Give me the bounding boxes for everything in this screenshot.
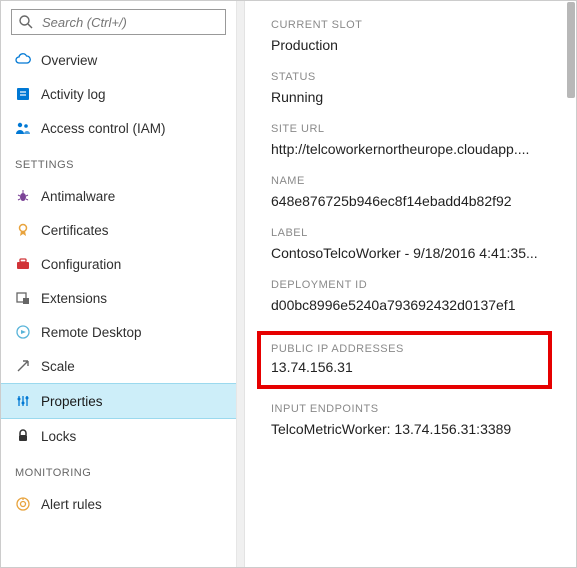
people-icon <box>15 120 31 136</box>
sidebar-item-label: Overview <box>41 53 97 68</box>
sidebar: Overview Activity log Access control (IA… <box>1 1 237 567</box>
sidebar-item-label: Scale <box>41 359 75 374</box>
field-value: 648e876725b946ec8f14ebadd4b82f92 <box>271 193 551 209</box>
detail-pane: Current slot Production Status Running S… <box>245 1 576 567</box>
field-label: Deployment ID <box>271 279 558 291</box>
sidebar-item-configuration[interactable]: Configuration <box>1 247 236 281</box>
lock-icon <box>15 428 31 444</box>
alert-icon <box>15 496 31 512</box>
field-value: ContosoTelcoWorker - 9/18/2016 4:41:35..… <box>271 245 551 261</box>
sidebar-item-label: Properties <box>41 394 103 409</box>
sidebar-item-remote-desktop[interactable]: Remote Desktop <box>1 315 236 349</box>
scale-icon <box>15 358 31 374</box>
sidebar-section-monitoring: Monitoring <box>1 453 236 487</box>
field-value: http://telcoworkernortheurope.cloudapp..… <box>271 141 551 157</box>
search-box[interactable] <box>11 9 226 35</box>
field-deployment-id: Deployment ID d00bc8996e5240a793692432d0… <box>271 279 558 313</box>
field-value: Production <box>271 37 551 53</box>
sidebar-item-extensions[interactable]: Extensions <box>1 281 236 315</box>
field-input-endpoints: Input endpoints TelcoMetricWorker: 13.74… <box>271 403 558 437</box>
cloud-icon <box>15 52 31 68</box>
sidebar-item-label: Alert rules <box>41 497 102 512</box>
field-name: Name 648e876725b946ec8f14ebadd4b82f92 <box>271 175 558 209</box>
certificate-icon <box>15 222 31 238</box>
toolbox-icon <box>15 256 31 272</box>
scrollbar-thumb[interactable] <box>567 2 575 98</box>
field-value: 13.74.156.31 <box>271 359 538 375</box>
field-label: Site URL <box>271 123 558 135</box>
sidebar-item-antimalware[interactable]: Antimalware <box>1 179 236 213</box>
sidebar-item-locks[interactable]: Locks <box>1 419 236 453</box>
field-label: Input endpoints <box>271 403 558 415</box>
field-label: Name <box>271 175 558 187</box>
sidebar-item-overview[interactable]: Overview <box>1 43 236 77</box>
field-status: Status Running <box>271 71 558 105</box>
field-label: Public IP addresses <box>271 343 538 355</box>
sidebar-item-certificates[interactable]: Certificates <box>1 213 236 247</box>
properties-icon <box>15 393 31 409</box>
field-label: Status <box>271 71 558 83</box>
sidebar-item-label: Extensions <box>41 291 107 306</box>
sidebar-item-label: Configuration <box>41 257 121 272</box>
field-label: Current slot <box>271 19 558 31</box>
sidebar-item-label: Locks <box>41 429 76 444</box>
sidebar-item-label: Access control (IAM) <box>41 121 166 136</box>
field-value: TelcoMetricWorker: 13.74.156.31:3389 <box>271 421 551 437</box>
field-site-url: Site URL http://telcoworkernortheurope.c… <box>271 123 558 157</box>
field-label: Label <box>271 227 558 239</box>
field-current-slot: Current slot Production <box>271 19 558 53</box>
sidebar-item-label: Antimalware <box>41 189 115 204</box>
sidebar-item-properties[interactable]: Properties <box>1 383 236 419</box>
field-value: Running <box>271 89 551 105</box>
sidebar-item-access-control[interactable]: Access control (IAM) <box>1 111 236 145</box>
extensions-icon <box>15 290 31 306</box>
field-value: d00bc8996e5240a793692432d0137ef1 <box>271 297 551 313</box>
sidebar-item-label: Activity log <box>41 87 106 102</box>
bug-icon <box>15 188 31 204</box>
sidebar-item-alert-rules[interactable]: Alert rules <box>1 487 236 521</box>
activity-log-icon <box>15 86 31 102</box>
sidebar-item-scale[interactable]: Scale <box>1 349 236 383</box>
search-input[interactable] <box>40 14 222 31</box>
sidebar-item-label: Certificates <box>41 223 109 238</box>
search-icon <box>18 14 34 30</box>
remote-desktop-icon <box>15 324 31 340</box>
sidebar-item-label: Remote Desktop <box>41 325 142 340</box>
field-public-ip: Public IP addresses 13.74.156.31 <box>271 343 538 375</box>
sidebar-section-settings: Settings <box>1 145 236 179</box>
sidebar-item-activity-log[interactable]: Activity log <box>1 77 236 111</box>
highlight-box: Public IP addresses 13.74.156.31 <box>257 331 552 389</box>
field-label-field: Label ContosoTelcoWorker - 9/18/2016 4:4… <box>271 227 558 261</box>
pane-splitter[interactable] <box>237 1 245 567</box>
